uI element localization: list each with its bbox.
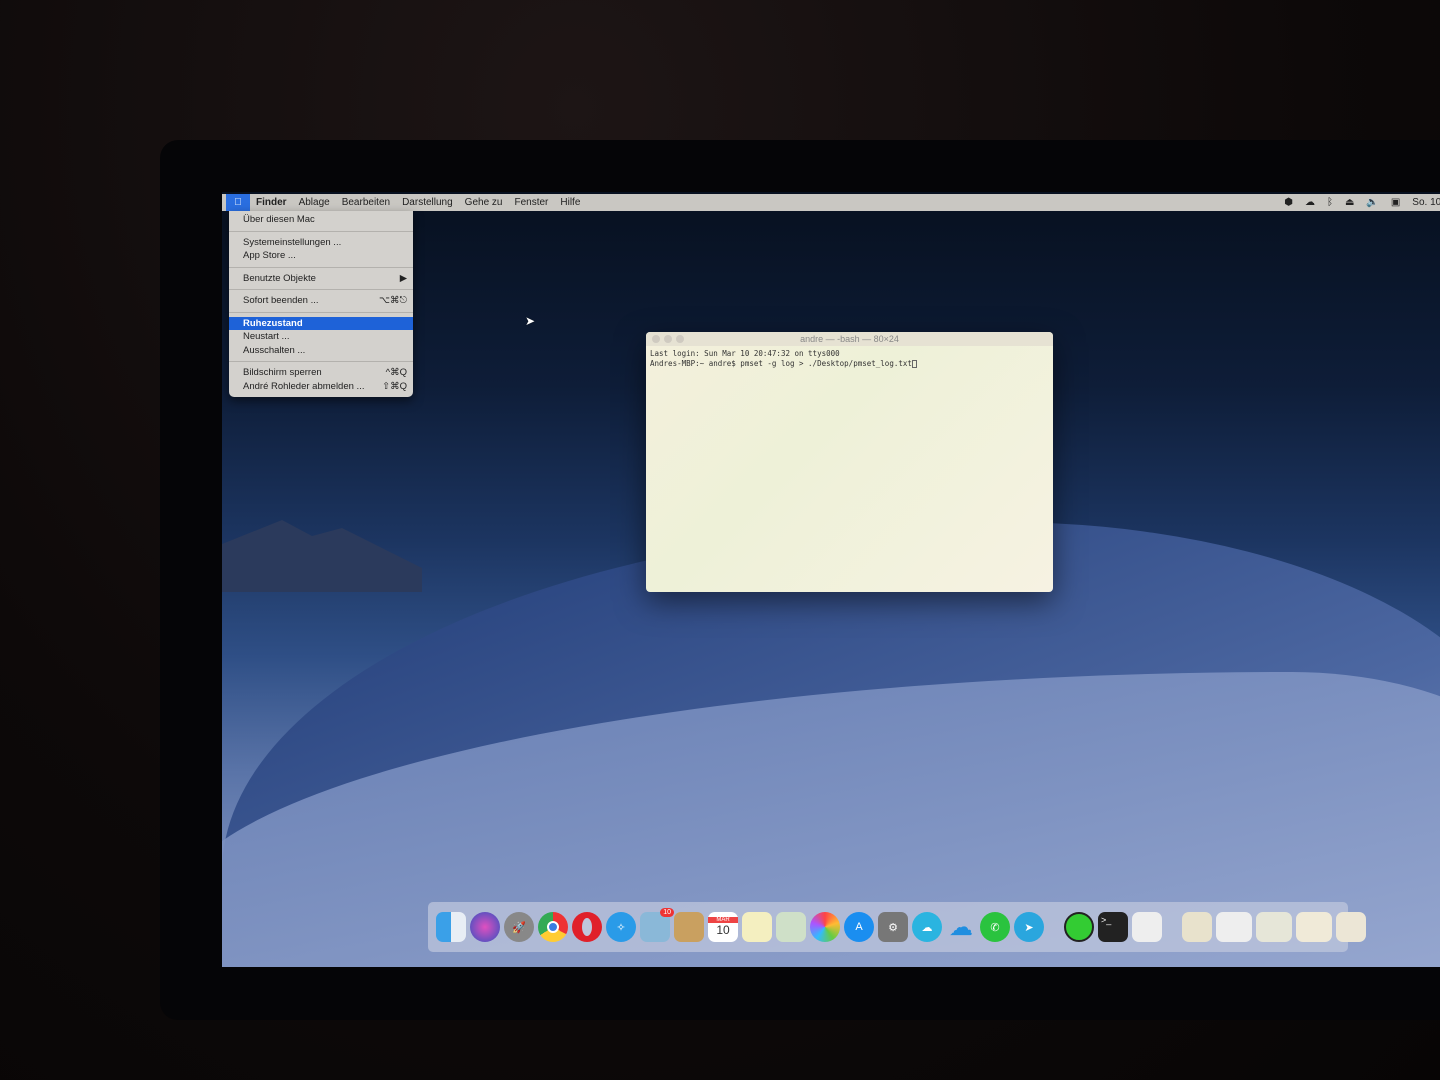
text-cursor [911,360,917,368]
dock: 🚀 ✧ 10 MÄR 10 A ⚙ ☁ ☁ ✆ ➤ >_ [428,902,1366,952]
menu-item-app-store[interactable]: App Store ... [229,249,413,263]
submenu-arrow-icon: ▶ [399,272,407,284]
menu-gehe-zu[interactable]: Gehe zu [459,197,509,208]
terminal-title: andre — -bash — 80×24 [800,334,899,344]
app-store-icon[interactable]: A [844,912,874,942]
menu-item-sleep[interactable]: Ruhezustand [229,316,413,330]
menu-darstellung[interactable]: Darstellung [396,197,459,208]
minimized-window-icon[interactable] [1216,912,1252,942]
menu-fenster[interactable]: Fenster [508,197,554,208]
close-button[interactable] [652,335,660,343]
wallpaper-mountains [222,520,422,592]
menu-ablage[interactable]: Ablage [293,197,336,208]
trash-icon[interactable] [1336,912,1366,942]
menu-bar:  Finder Ablage Bearbeiten Darstellung G… [222,194,1440,211]
cloud-app-icon[interactable]: ☁ [912,912,942,942]
folder-stack-icon[interactable] [1182,912,1212,942]
terminal-window[interactable]: andre — -bash — 80×24 Last login: Sun Ma… [646,332,1053,592]
desktop:  Finder Ablage Bearbeiten Darstellung G… [222,192,1440,967]
zoom-button[interactable] [676,335,684,343]
minimize-button[interactable] [664,335,672,343]
menu-item-log-out[interactable]: André Rohleder abmelden ... ⇧⌘Q [229,380,413,394]
volume-icon[interactable]: 🔈 [1366,197,1378,208]
telegram-icon[interactable]: ➤ [1014,912,1044,942]
contacts-icon[interactable] [674,912,704,942]
cloud-icon[interactable]: ☁ [1305,197,1315,208]
apple-menu-icon[interactable]:  [226,194,250,211]
menu-item-restart[interactable]: Neustart ... [229,330,413,344]
calendar-icon[interactable]: MÄR 10 [708,912,738,942]
terminal-output[interactable]: Last login: Sun Mar 10 20:47:32 on ttys0… [646,346,1053,372]
green-app-icon[interactable] [1064,912,1094,942]
photos-icon[interactable] [810,912,840,942]
menu-item-about[interactable]: Über diesen Mac [229,213,413,227]
launchpad-icon[interactable]: 🚀 [504,912,534,942]
terminal-prompt-line: Andres-MBP:~ andre$ pmset -g log > ./Des… [650,359,912,368]
menu-hilfe[interactable]: Hilfe [554,197,586,208]
preview-icon[interactable]: 10 [640,908,674,942]
menu-finder[interactable]: Finder [250,197,293,208]
notes-icon[interactable] [742,912,772,942]
terminal-icon[interactable]: >_ [1098,912,1128,942]
menu-item-lock-screen[interactable]: Bildschirm sperren ^⌘Q [229,366,413,380]
siri-icon[interactable] [470,912,500,942]
mouse-cursor-icon: ➤ [525,314,536,328]
apple-menu: Über diesen Mac Systemeinstellungen ... … [229,211,413,397]
shield-icon[interactable]: ⬢ [1284,197,1293,208]
menu-item-shut-down[interactable]: Ausschalten ... [229,344,413,358]
onedrive-icon[interactable]: ☁ [946,912,976,942]
whatsapp-icon[interactable]: ✆ [980,912,1010,942]
textedit-icon[interactable] [1132,912,1162,942]
calendar-day: 10 [716,923,730,937]
display-icon[interactable]: ▣ [1391,197,1400,208]
opera-icon[interactable] [572,912,602,942]
terminal-titlebar[interactable]: andre — -bash — 80×24 [646,332,1053,346]
menu-item-force-quit[interactable]: Sofort beenden ... ⌥⌘⎋ [229,294,413,308]
bluetooth-icon[interactable]: ᛒ [1327,197,1333,208]
menu-bearbeiten[interactable]: Bearbeiten [336,197,396,208]
notification-badge: 10 [660,908,674,917]
menu-item-recent-items[interactable]: Benutzte Objekte ▶ [229,272,413,286]
finder-icon[interactable] [436,912,466,942]
eject-icon[interactable]: ⏏ [1345,197,1354,208]
clock[interactable]: So. 10. [1412,197,1440,208]
minimized-window-icon[interactable] [1256,912,1292,942]
system-preferences-icon[interactable]: ⚙ [878,912,908,942]
maps-icon[interactable] [776,912,806,942]
safari-icon[interactable]: ✧ [606,912,636,942]
minimized-window-icon[interactable] [1296,912,1332,942]
menu-item-system-preferences[interactable]: Systemeinstellungen ... [229,236,413,250]
chrome-icon[interactable] [538,912,568,942]
terminal-line: Last login: Sun Mar 10 20:47:32 on ttys0… [650,349,840,358]
